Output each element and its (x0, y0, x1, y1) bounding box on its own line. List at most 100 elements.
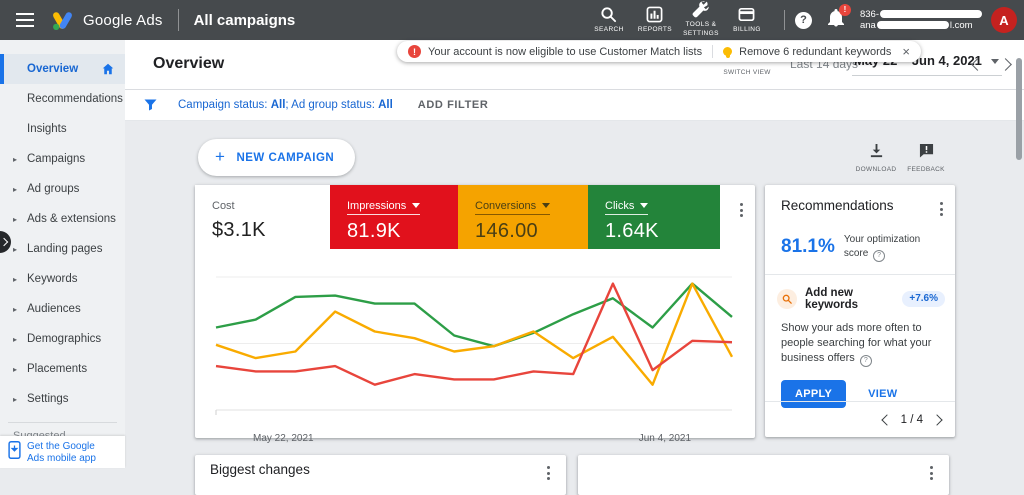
search-button[interactable]: SEARCH (586, 6, 632, 35)
sidebar-item-placements[interactable]: ▸ Placements (0, 354, 125, 384)
switch-view-label: SWITCH VIEW (723, 69, 771, 76)
feedback-button[interactable]: FEEDBACK (895, 143, 957, 173)
plus-icon: + (215, 146, 226, 166)
app-name: Google Ads (83, 11, 163, 29)
billing-label: BILLING (733, 25, 761, 33)
prev-recommendation-icon[interactable] (880, 413, 893, 426)
active-filters[interactable]: Campaign status: All; Ad group status: A… (178, 99, 393, 111)
google-ads-logo-icon[interactable] (51, 10, 74, 31)
topbar-divider (177, 9, 179, 31)
recommendation-item-title[interactable]: Add new keywords (805, 287, 902, 311)
redaction-blob (876, 21, 949, 30)
metric-cost[interactable]: Cost $3.1K (195, 185, 330, 249)
notifications-button[interactable]: ! (827, 3, 851, 32)
metric-impressions[interactable]: Impressions 81.9K (330, 185, 458, 249)
menu-icon[interactable] (16, 13, 34, 27)
notification-divider (712, 45, 714, 58)
add-filter-button[interactable]: ADD FILTER (418, 99, 489, 111)
expand-arrow-icon: ▸ (13, 154, 18, 164)
billing-card-icon (739, 7, 755, 21)
new-campaign-button[interactable]: + NEW CAMPAIGN (198, 139, 356, 176)
sidebar-item-settings[interactable]: ▸ Settings (0, 384, 125, 414)
error-icon: ! (408, 45, 421, 58)
sidebar-item-ad-groups[interactable]: ▸ Ad groups (0, 174, 125, 204)
sidebar-item-label: Audiences (27, 303, 81, 315)
expand-arrow-icon: ▸ (13, 274, 18, 284)
download-icon (870, 143, 882, 158)
metric-value: 1.64K (605, 220, 659, 242)
secondary-card (578, 455, 949, 495)
card-menu-icon[interactable] (926, 462, 937, 484)
home-icon (102, 63, 114, 75)
sidebar-item-label: Settings (27, 393, 69, 405)
reports-icon (647, 6, 663, 23)
sidebar-item-label: Insights (27, 123, 67, 135)
view-button[interactable]: VIEW (868, 388, 897, 400)
help-button[interactable]: ? (794, 11, 812, 29)
lightbulb-icon (723, 47, 733, 58)
sidebar-item-audiences[interactable]: ▸ Audiences (0, 294, 125, 324)
sidebar-item-campaigns[interactable]: ▸ Campaigns (0, 144, 125, 174)
chart-card-menu-icon[interactable] (736, 199, 747, 249)
sidebar-item-insights[interactable]: Insights (0, 114, 125, 144)
metric-label: Cost (212, 200, 235, 212)
sidebar-item-demographics[interactable]: ▸ Demographics (0, 324, 125, 354)
recommendations-menu-icon[interactable] (936, 198, 947, 220)
recommendations-title: Recommendations (781, 198, 894, 213)
account-info[interactable]: 836- ana l.com (860, 9, 983, 31)
expand-arrow-icon: ▸ (13, 244, 18, 254)
top-app-bar: Google Ads All campaigns SEARCH REPORTS … (0, 0, 1024, 40)
mobile-app-promo[interactable]: Get the Google Ads mobile app (0, 436, 125, 468)
tools-settings-button[interactable]: TOOLS & SETTINGS (678, 1, 724, 39)
recommendation-pagination: 1 / 4 (900, 413, 923, 426)
notification-text[interactable]: Your account is now eligible to use Cust… (428, 46, 702, 58)
expand-arrow-icon: ▸ (13, 394, 18, 404)
redaction-blob (880, 10, 982, 19)
expand-arrow-icon: ▸ (13, 364, 18, 374)
metric-value: 146.00 (475, 220, 538, 242)
feedback-label: FEEDBACK (907, 166, 945, 173)
sidebar-item-landing-pages[interactable]: ▸ Landing pages (0, 234, 125, 264)
sidebar-item-label: Keywords (27, 273, 78, 285)
feedback-icon (919, 143, 933, 158)
sidebar-item-overview[interactable]: Overview (0, 54, 125, 84)
notification-badge: ! (838, 3, 851, 16)
notification-text[interactable]: Remove 6 redundant keywords (739, 46, 891, 58)
card-menu-icon[interactable] (543, 462, 554, 484)
help-tooltip-icon[interactable]: ? (859, 355, 872, 368)
scrollbar-thumb[interactable] (1016, 58, 1022, 160)
mobile-app-promo-text: Get the Google (27, 441, 95, 452)
sidebar-item-label: Landing pages (27, 243, 103, 255)
avatar[interactable]: A (991, 7, 1017, 33)
uplift-badge: +7.6% (902, 290, 945, 307)
sidebar-item-recommendations[interactable]: Recommendations (0, 84, 125, 114)
mobile-app-promo-text: Ads mobile app (27, 453, 96, 464)
series-clicks (215, 282, 733, 348)
card-title: Biggest changes (210, 462, 310, 477)
notification-bar: ! Your account is now eligible to use Cu… (397, 41, 921, 62)
biggest-changes-card: Biggest changes (195, 455, 566, 495)
sidebar-item-label: Ad groups (27, 183, 80, 195)
billing-button[interactable]: BILLING (724, 6, 770, 35)
sidebar-item-ads-extensions[interactable]: ▸ Ads & extensions (0, 204, 125, 234)
account-email: ana (859, 20, 876, 31)
recommendation-description: Show your ads more often to people searc… (765, 311, 955, 368)
sidebar-item-label: Campaigns (27, 153, 86, 165)
filter-bar: Campaign status: All; Ad group status: A… (125, 90, 1024, 121)
recommendations-card: Recommendations 81.1% Your optimization … (765, 185, 955, 437)
metric-clicks[interactable]: Clicks 1.64K (588, 185, 720, 249)
sidebar-item-keywords[interactable]: ▸ Keywords (0, 264, 125, 294)
help-tooltip-icon[interactable]: ? (873, 249, 886, 262)
reports-button[interactable]: REPORTS (632, 6, 678, 35)
reports-label: REPORTS (637, 25, 673, 33)
keyword-search-icon (777, 288, 797, 309)
chevron-right-icon (0, 237, 9, 246)
x-axis-start-label: May 22, 2021 (253, 433, 314, 444)
help-icon: ? (800, 14, 807, 26)
metric-label: Impressions (347, 200, 421, 215)
metric-value: 81.9K (347, 220, 401, 242)
next-recommendation-icon[interactable] (931, 413, 943, 426)
metric-conversions[interactable]: Conversions 146.00 (458, 185, 588, 249)
close-icon[interactable]: × (902, 45, 910, 58)
expand-arrow-icon: ▸ (13, 304, 18, 314)
